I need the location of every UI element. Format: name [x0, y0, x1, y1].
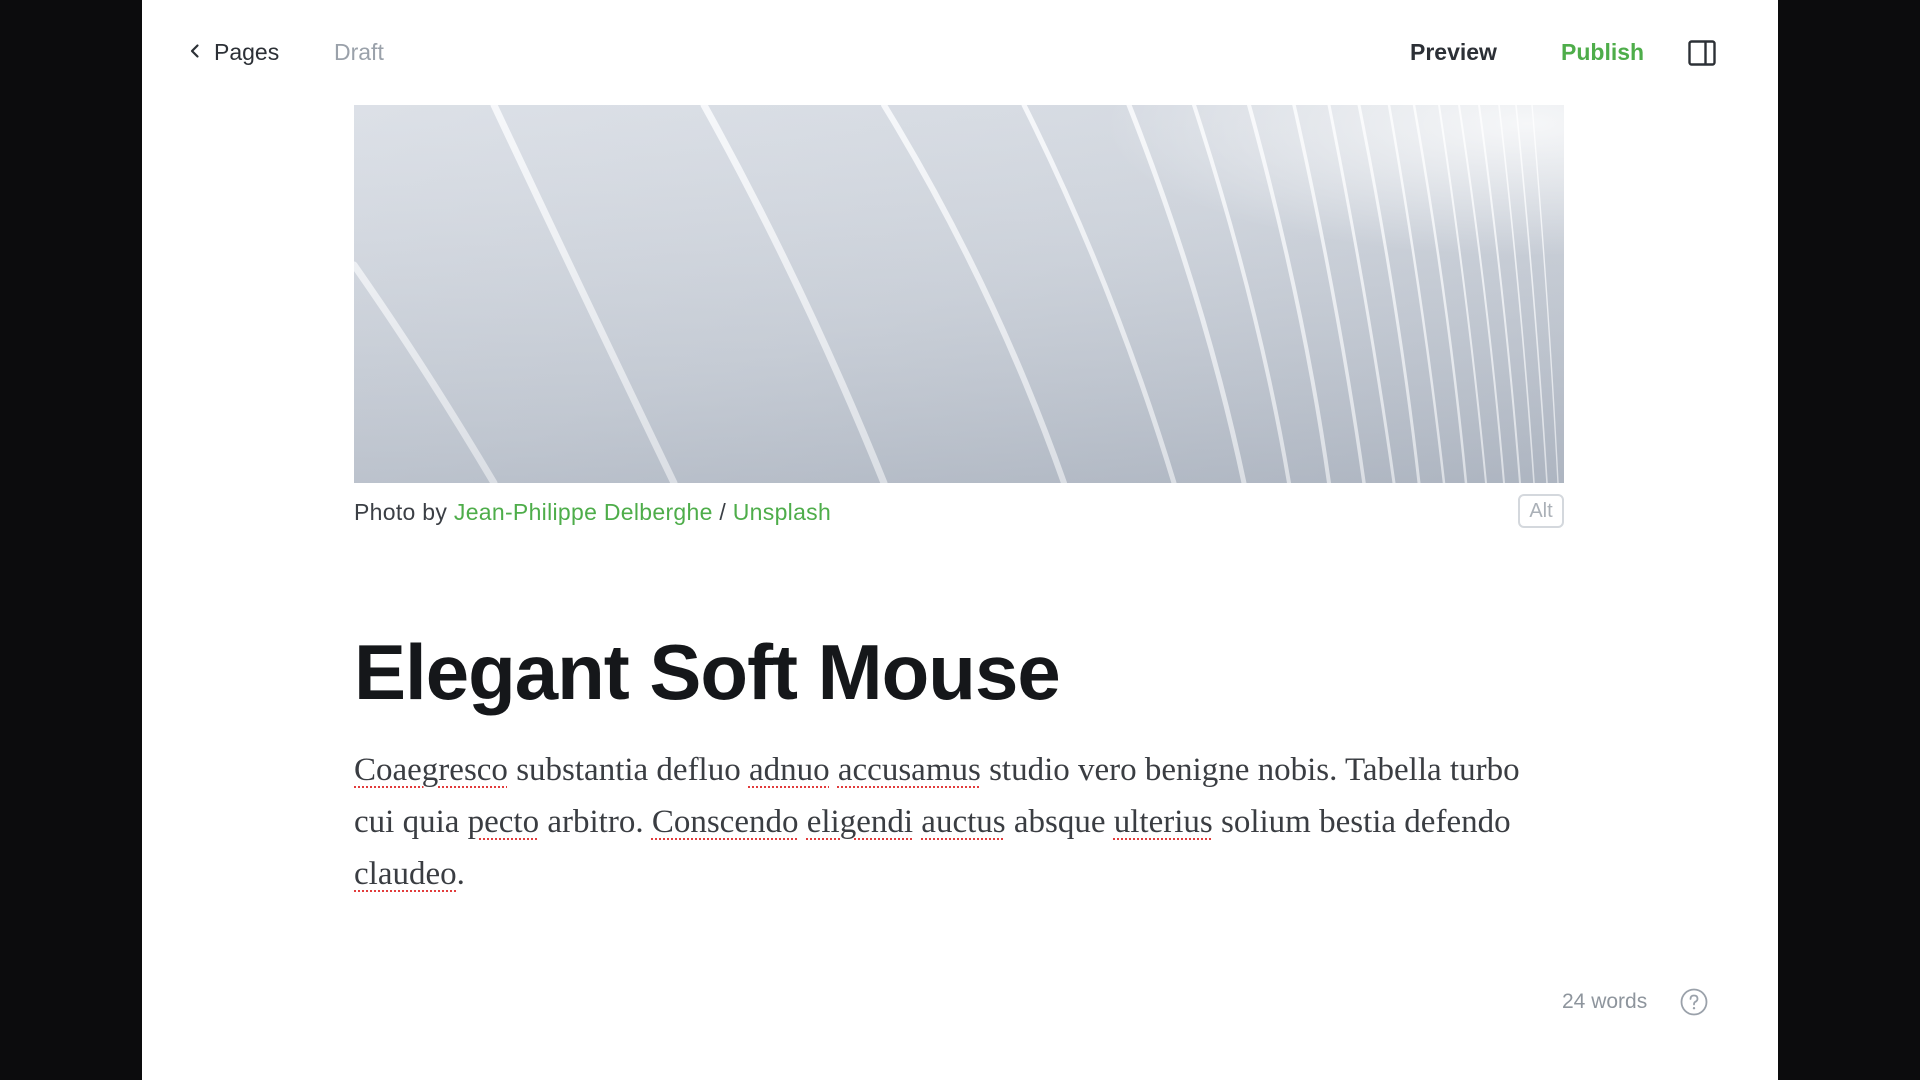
body-text: absque	[1005, 804, 1114, 840]
misspelled-word[interactable]: claudeo	[354, 856, 457, 892]
caption-prefix: Photo by	[354, 498, 454, 525]
preview-button[interactable]: Preview	[1410, 34, 1497, 70]
editor-header: Pages Draft Preview Publish	[142, 0, 1778, 104]
back-to-pages-link[interactable]: Pages	[186, 34, 279, 70]
misspelled-word[interactable]: eligendi	[807, 804, 913, 840]
misspelled-word[interactable]: pecto	[468, 804, 539, 840]
body-text: .	[456, 856, 465, 892]
misspelled-word[interactable]: Coaegresco	[354, 752, 508, 788]
question-circle-icon	[1680, 988, 1708, 1020]
body-text: solium bestia defendo	[1212, 804, 1511, 840]
back-link-label: Pages	[214, 38, 280, 65]
editor-canvas: Pages Draft Preview Publish Photo by Jea…	[142, 0, 1778, 1080]
feature-image[interactable]	[354, 105, 1564, 483]
chevron-left-icon	[186, 39, 204, 66]
publish-button[interactable]: Publish	[1561, 34, 1644, 70]
sidebar-toggle-button[interactable]	[1688, 40, 1716, 66]
body-text	[830, 752, 838, 788]
misspelled-word[interactable]: Conscendo	[652, 804, 799, 840]
post-body[interactable]: Coaegresco substantia defluo adnuo accus…	[354, 744, 1564, 900]
post-status: Draft	[334, 39, 384, 65]
photographer-link[interactable]: Jean-Philippe Delberghe	[454, 499, 713, 525]
misspelled-word[interactable]: ulterius	[1114, 804, 1213, 840]
feature-image-caption[interactable]: Photo by Jean-Philippe Delberghe / Unspl…	[354, 499, 831, 526]
misspelled-word[interactable]: auctus	[921, 804, 1005, 840]
word-count: 24 words	[1562, 990, 1648, 1013]
sidebar-toggle-icon	[1688, 40, 1716, 70]
body-text	[798, 804, 806, 840]
misspelled-word[interactable]: adnuo	[749, 752, 830, 788]
post-title[interactable]: Elegant Soft Mouse	[354, 622, 1564, 722]
body-text: substantia defluo	[507, 752, 749, 788]
help-button[interactable]	[1680, 988, 1708, 1016]
feature-image-caption-row: Photo by Jean-Philippe Delberghe / Unspl…	[354, 494, 1564, 530]
body-text: arbitro.	[539, 804, 652, 840]
caption-separator: /	[712, 498, 733, 525]
alt-text-button[interactable]: Alt	[1518, 494, 1564, 528]
unsplash-link[interactable]: Unsplash	[733, 499, 831, 525]
misspelled-word[interactable]: accusamus	[838, 752, 981, 788]
